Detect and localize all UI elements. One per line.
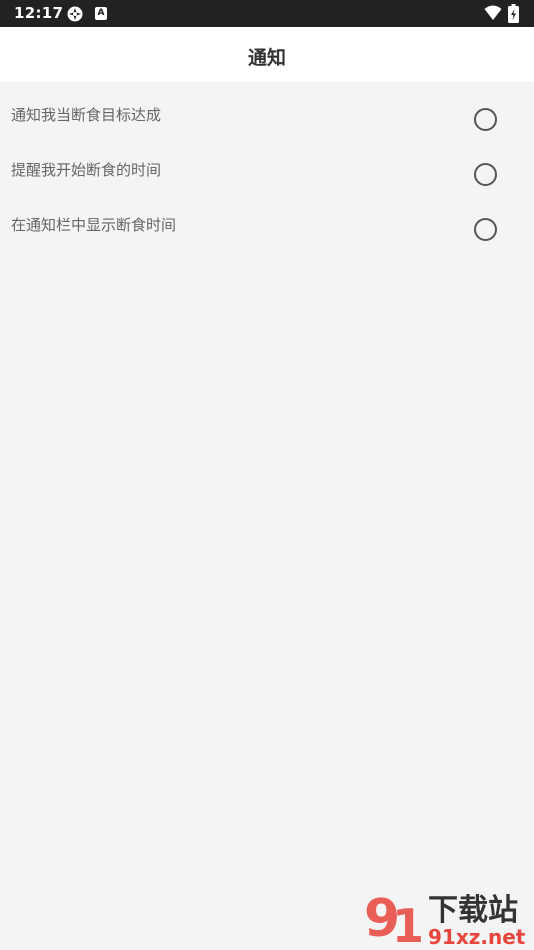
status-time: 12:17 — [14, 4, 64, 22]
setting-show-in-notification-bar[interactable]: 在通知栏中显示断食时间 — [0, 192, 534, 247]
setting-label: 通知我当断食目标达成 — [11, 106, 162, 124]
status-bar: 12:17 A — [0, 0, 534, 27]
setting-label: 提醒我开始断食的时间 — [11, 161, 162, 179]
watermark-logo: 9 1 下载站 91xz.net — [364, 889, 526, 948]
goal-reached-radio[interactable] — [474, 108, 497, 131]
app-bar: 通知 — [0, 27, 534, 82]
show-in-notification-bar-radio[interactable] — [474, 218, 497, 241]
watermark-text: 下载站 — [428, 893, 518, 928]
battery-charging-icon — [508, 4, 519, 23]
setting-goal-reached[interactable]: 通知我当断食目标达成 — [0, 82, 534, 137]
svg-text:1: 1 — [392, 899, 424, 948]
a-badge-icon: A — [95, 7, 107, 20]
start-reminder-radio[interactable] — [474, 163, 497, 186]
watermark-site: 91xz.net — [428, 925, 526, 948]
setting-start-reminder[interactable]: 提醒我开始断食的时间 — [0, 137, 534, 192]
app-notification-icon — [67, 6, 83, 22]
page-title: 通知 — [247, 47, 286, 69]
wifi-icon — [484, 5, 502, 20]
setting-label: 在通知栏中显示断食时间 — [11, 216, 177, 234]
